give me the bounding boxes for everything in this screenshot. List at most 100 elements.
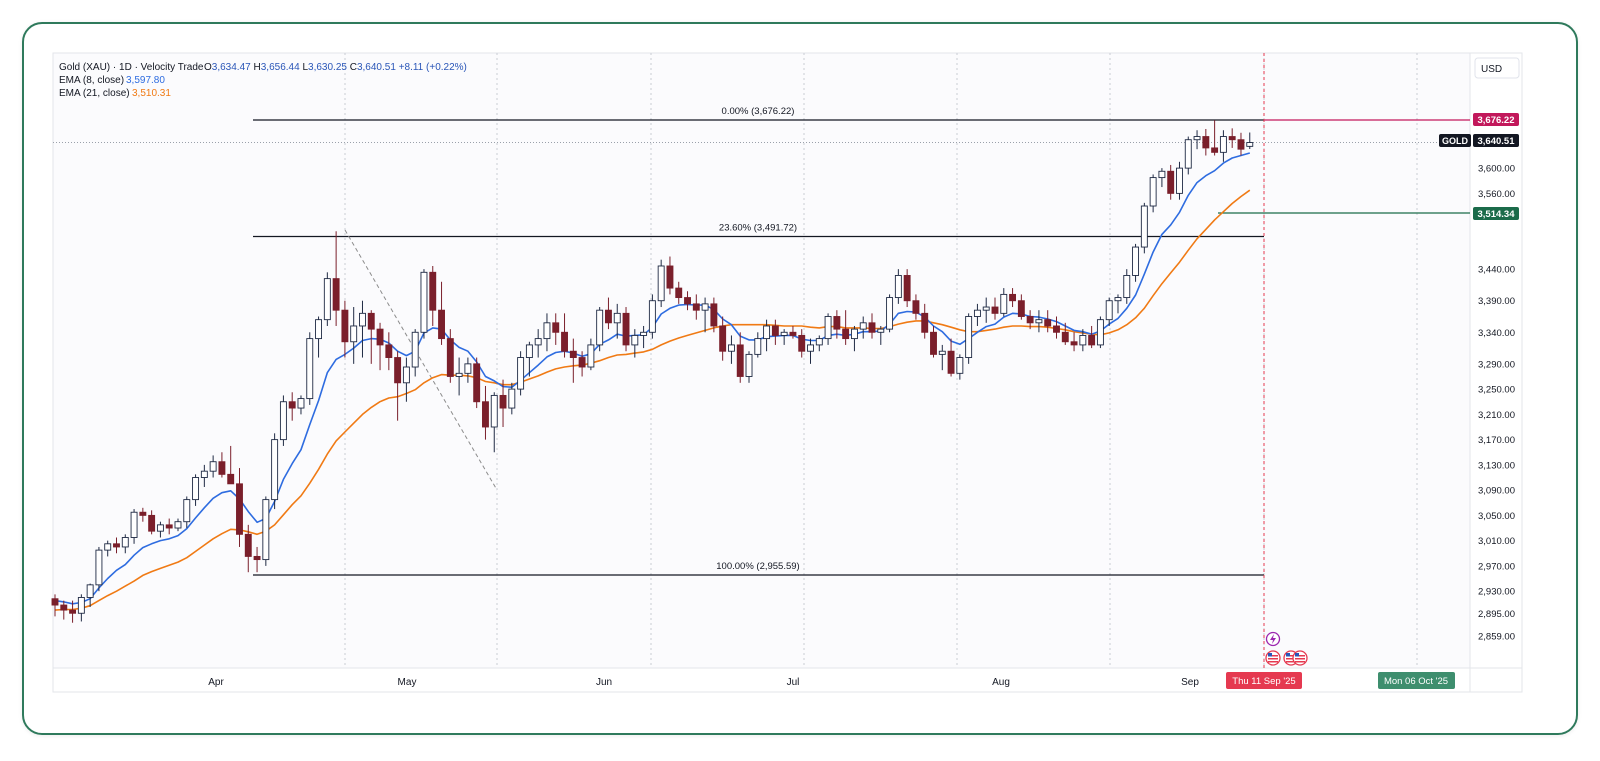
candle-body xyxy=(394,357,402,384)
candle-body xyxy=(1079,334,1087,346)
candle[interactable] xyxy=(271,433,279,510)
candle-body xyxy=(1096,319,1104,346)
candle-body xyxy=(165,524,173,529)
candle-body xyxy=(429,271,437,311)
candle-body xyxy=(1053,325,1060,333)
candle[interactable] xyxy=(262,496,270,566)
candle-body xyxy=(1158,170,1166,179)
lightning-icon[interactable] xyxy=(1265,631,1281,647)
candle-body xyxy=(323,278,331,321)
candle-body xyxy=(640,331,648,336)
candle[interactable] xyxy=(517,351,525,396)
candle-body xyxy=(517,357,525,390)
candle-body xyxy=(455,372,463,377)
candle-body xyxy=(279,401,287,441)
svg-text:3,676.22: 3,676.22 xyxy=(1478,115,1515,126)
candle-body xyxy=(850,328,858,340)
price-tick-label: 3,050.00 xyxy=(1478,511,1515,522)
price-tick-label: 3,340.00 xyxy=(1478,328,1515,339)
candle-body xyxy=(156,524,164,532)
candle[interactable] xyxy=(596,307,604,352)
candle[interactable] xyxy=(622,307,630,352)
candle-body xyxy=(771,325,779,336)
candle[interactable] xyxy=(1140,202,1148,254)
fib-high-price-tag: 3,676.22 xyxy=(1473,113,1519,126)
candle-body xyxy=(525,344,533,358)
candle[interactable] xyxy=(648,294,656,339)
candle-body xyxy=(701,303,709,311)
candle-body xyxy=(1070,341,1078,346)
svg-text:GOLD: GOLD xyxy=(1442,136,1468,146)
candle-body xyxy=(86,584,94,598)
candle-body xyxy=(60,604,68,611)
candle-body xyxy=(763,325,771,340)
candle-body xyxy=(833,316,841,330)
candle-body xyxy=(754,338,762,355)
price-tick-label: 3,250.00 xyxy=(1478,385,1515,396)
candle-body xyxy=(552,322,560,333)
candle-body xyxy=(780,331,788,336)
candle[interactable] xyxy=(886,294,894,333)
candle-body xyxy=(1184,139,1192,169)
candle-body xyxy=(710,303,718,327)
candle-body xyxy=(1026,316,1034,324)
candle-body xyxy=(1176,167,1183,194)
candle-body xyxy=(183,499,191,523)
candle[interactable] xyxy=(657,259,665,308)
month-label: Jul xyxy=(787,677,800,688)
candle-body xyxy=(675,287,683,299)
ema8-legend-value: 3,597.80 xyxy=(126,75,165,86)
candle[interactable] xyxy=(95,546,103,592)
candle-body xyxy=(192,477,200,501)
candle-body xyxy=(903,275,911,302)
candle-body xyxy=(859,322,867,330)
candle-body xyxy=(666,265,674,289)
month-label: Apr xyxy=(208,677,224,688)
candle-body xyxy=(508,388,516,409)
candle[interactable] xyxy=(473,357,481,409)
candle[interactable] xyxy=(306,332,314,405)
candle-body xyxy=(367,312,375,330)
candle-body xyxy=(613,312,621,324)
candle-body xyxy=(947,350,955,374)
legend-title: Gold (XAU) · 1D · Velocity Trade xyxy=(59,62,204,73)
fib-level-label: 0.00% (3,676.22) xyxy=(722,106,795,117)
candle-body xyxy=(1061,331,1069,343)
candle-body xyxy=(262,499,270,561)
us-flag-icon[interactable] xyxy=(1292,650,1308,666)
candle-body xyxy=(148,514,156,532)
candle-body xyxy=(736,344,744,377)
candle-body xyxy=(438,309,445,340)
candle-body xyxy=(991,306,999,314)
candle-body xyxy=(1219,136,1227,153)
currency-button[interactable]: USD xyxy=(1474,57,1520,79)
candle-body xyxy=(569,350,577,358)
candle-body xyxy=(174,521,182,529)
plot-area[interactable] xyxy=(53,53,1470,668)
candle-body xyxy=(877,328,885,333)
candle-body xyxy=(200,470,208,478)
candle[interactable] xyxy=(1096,316,1104,349)
candle-body xyxy=(1140,205,1148,248)
svg-text:3,514.34: 3,514.34 xyxy=(1478,209,1516,220)
candle-body xyxy=(113,543,120,548)
candle-body xyxy=(218,461,226,475)
candle[interactable] xyxy=(279,395,287,446)
month-label: May xyxy=(398,677,417,688)
us-flag-icon[interactable] xyxy=(1265,650,1281,666)
candle-body xyxy=(684,297,691,305)
candle-body xyxy=(209,461,217,472)
candle[interactable] xyxy=(420,269,428,339)
candle[interactable] xyxy=(323,272,331,326)
candle-body xyxy=(51,598,59,606)
svg-text:Mon 06 Oct '25: Mon 06 Oct '25 xyxy=(1384,676,1448,687)
candle[interactable] xyxy=(965,313,973,364)
candle-body xyxy=(464,363,472,374)
candle-body xyxy=(121,537,129,548)
candle-body xyxy=(543,322,551,340)
candle-body xyxy=(341,309,349,343)
candle-body xyxy=(315,319,322,340)
current-price-tag: GOLD 3,640.51 xyxy=(1439,134,1519,147)
ema8-legend-label: EMA (8, close) xyxy=(59,75,124,86)
price-tick-label: 3,440.00 xyxy=(1478,265,1515,276)
